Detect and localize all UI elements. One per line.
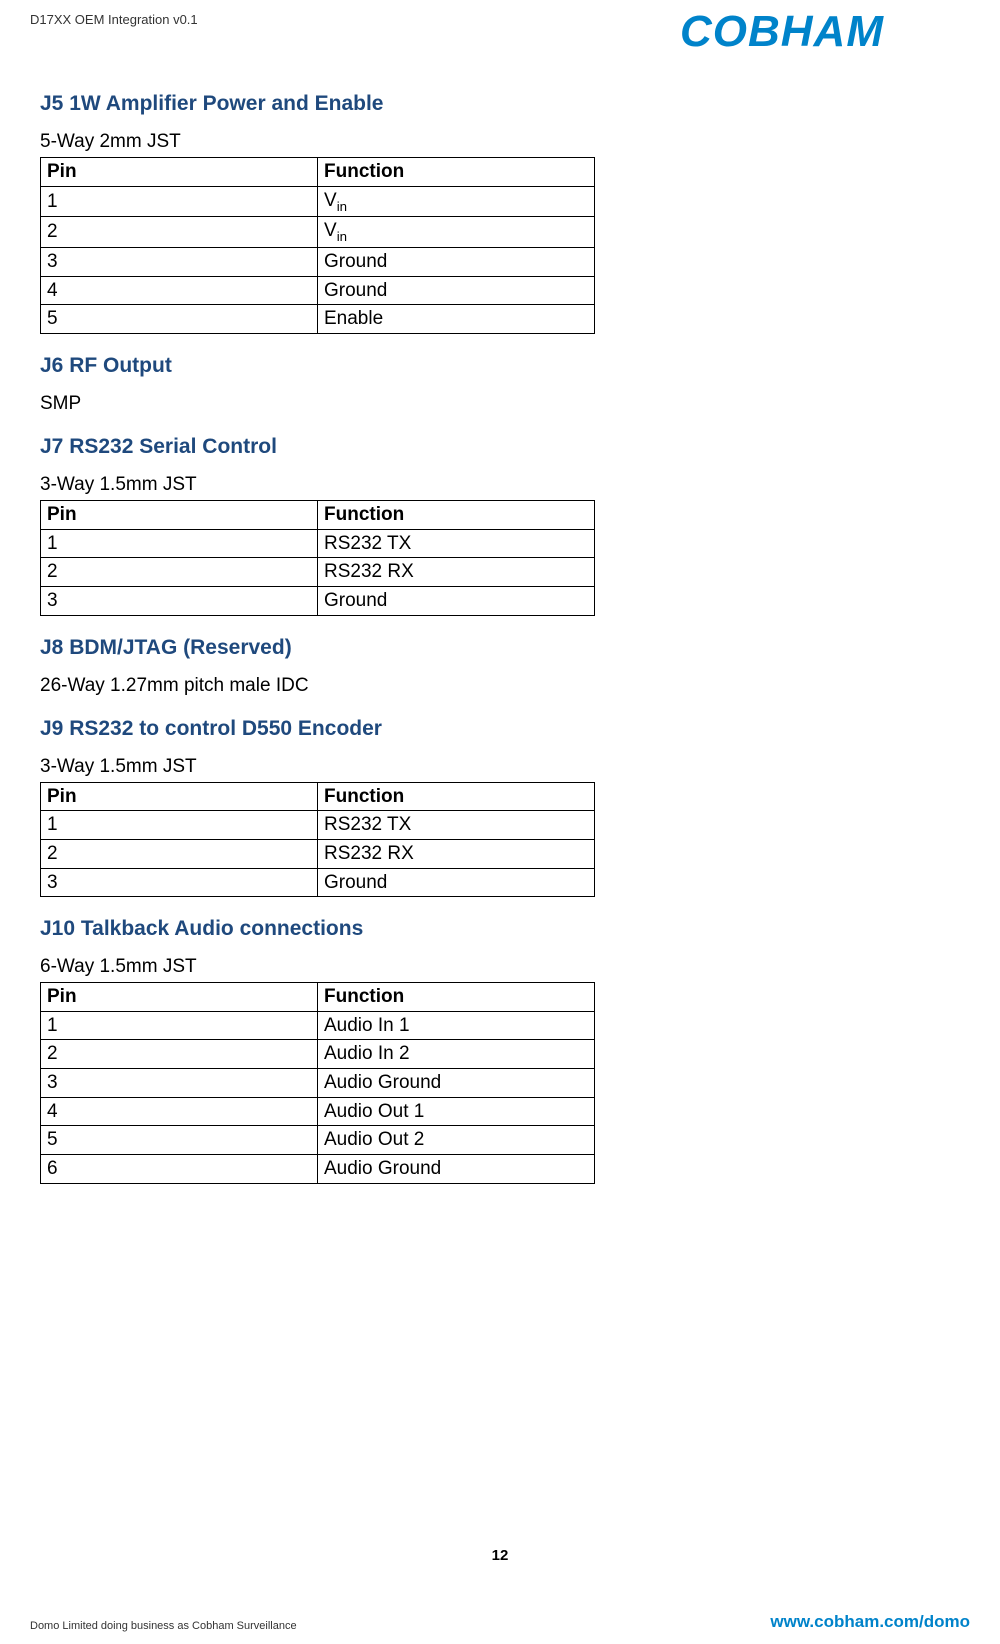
cell-pin: 5 [41,1126,318,1155]
cell-func: Ground [318,586,595,615]
cell-func: Audio Out 2 [318,1126,595,1155]
th-pin: Pin [41,782,318,811]
table-row: 5Audio Out 2 [41,1126,595,1155]
table-row: 2Vin [41,217,595,248]
svg-text:COBHAM: COBHAM [680,8,884,56]
cell-func: Audio Ground [318,1155,595,1184]
table-row: 3Ground [41,586,595,615]
cell-pin: 2 [41,839,318,868]
table-row: 4Ground [41,276,595,305]
cell-func: Ground [318,248,595,277]
table-row: 5Enable [41,305,595,334]
cell-func: Vin [318,217,595,248]
heading-j7: J7 RS232 Serial Control [40,435,645,459]
cell-pin: 4 [41,1097,318,1126]
th-pin: Pin [41,158,318,187]
cell-func: Audio Ground [318,1069,595,1098]
table-j9: Pin Function 1RS232 TX 2RS232 RX 3Ground [40,782,595,898]
table-row: 6Audio Ground [41,1155,595,1184]
table-row: 3Audio Ground [41,1069,595,1098]
table-row: 2RS232 RX [41,839,595,868]
cell-func: RS232 TX [318,811,595,840]
cell-pin: 3 [41,586,318,615]
cell-func: Audio In 1 [318,1011,595,1040]
cell-pin: 5 [41,305,318,334]
table-header-row: Pin Function [41,782,595,811]
th-func: Function [318,983,595,1012]
cell-pin: 3 [41,248,318,277]
th-func: Function [318,782,595,811]
table-j7: Pin Function 1RS232 TX 2RS232 RX 3Ground [40,500,595,616]
page-content: J5 1W Amplifier Power and Enable 5-Way 2… [30,27,645,1184]
subhead-j5: 5-Way 2mm JST [40,131,645,153]
cell-func: Ground [318,276,595,305]
cell-pin: 2 [41,1040,318,1069]
cell-pin: 4 [41,276,318,305]
cell-func: Enable [318,305,595,334]
cell-func: Ground [318,868,595,897]
table-j10: Pin Function 1Audio In 1 2Audio In 2 3Au… [40,982,595,1183]
table-row: 3Ground [41,868,595,897]
cell-pin: 1 [41,529,318,558]
table-j5: Pin Function 1Vin 2Vin 3Ground 4Ground 5… [40,157,595,334]
table-row: 1RS232 TX [41,811,595,840]
heading-j8: J8 BDM/JTAG (Reserved) [40,636,645,660]
table-row: 3Ground [41,248,595,277]
cell-func: RS232 RX [318,839,595,868]
subhead-j10: 6-Way 1.5mm JST [40,956,645,978]
cell-func: RS232 TX [318,529,595,558]
footer-url: www.cobham.com/domo [770,1612,970,1632]
body-j6: SMP [40,393,645,415]
cell-func: Audio Out 1 [318,1097,595,1126]
table-header-row: Pin Function [41,501,595,530]
table-row: 4Audio Out 1 [41,1097,595,1126]
subhead-j7: 3-Way 1.5mm JST [40,474,645,496]
cell-func: Vin [318,186,595,217]
table-row: 2Audio In 2 [41,1040,595,1069]
cell-pin: 1 [41,186,318,217]
page-footer: Domo Limited doing business as Cobham Su… [30,1612,970,1632]
cell-func: Audio In 2 [318,1040,595,1069]
subhead-j9: 3-Way 1.5mm JST [40,756,645,778]
heading-j9: J9 RS232 to control D550 Encoder [40,717,645,741]
table-header-row: Pin Function [41,983,595,1012]
table-row: 1RS232 TX [41,529,595,558]
heading-j6: J6 RF Output [40,354,645,378]
table-row: 1Audio In 1 [41,1011,595,1040]
th-pin: Pin [41,501,318,530]
footer-left-text: Domo Limited doing business as Cobham Su… [30,1620,297,1632]
body-j8: 26-Way 1.27mm pitch male IDC [40,675,645,697]
cell-pin: 1 [41,811,318,840]
heading-j5: J5 1W Amplifier Power and Enable [40,92,645,116]
th-func: Function [318,501,595,530]
cell-pin: 6 [41,1155,318,1184]
table-header-row: Pin Function [41,158,595,187]
th-pin: Pin [41,983,318,1012]
th-func: Function [318,158,595,187]
cell-pin: 1 [41,1011,318,1040]
cell-pin: 2 [41,558,318,587]
cell-func: RS232 RX [318,558,595,587]
cell-pin: 3 [41,1069,318,1098]
table-row: 1Vin [41,186,595,217]
cell-pin: 2 [41,217,318,248]
heading-j10: J10 Talkback Audio connections [40,917,645,941]
page-number: 12 [0,1547,1000,1564]
cell-pin: 3 [41,868,318,897]
brand-logo: COBHAM [680,8,970,61]
table-row: 2RS232 RX [41,558,595,587]
